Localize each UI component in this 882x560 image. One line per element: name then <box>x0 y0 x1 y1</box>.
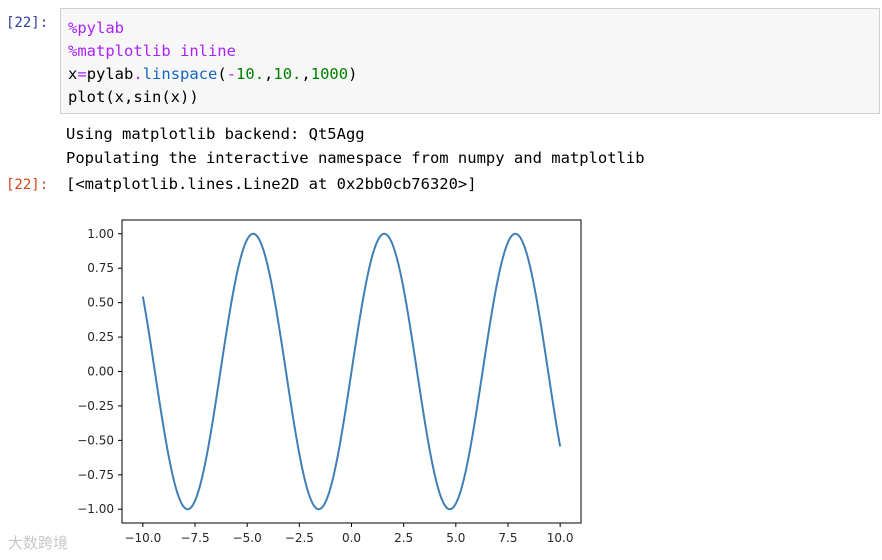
sine-plot: −10.0 −7.5 −5.0 −2.5 0.0 2.5 5.0 7.5 10.0 1.00 0.7… <box>77 219 582 545</box>
y-tick-label: −0.75 <box>77 468 114 482</box>
watermark-logo: 大数跨境 <box>8 534 69 552</box>
x-tick-label: −2.5 <box>285 531 314 545</box>
y-tick-label: 0.75 <box>87 261 114 275</box>
y-tick-label: 0.00 <box>87 365 114 379</box>
x-tick-label: −10.0 <box>124 531 161 545</box>
y-tick-label: 1.00 <box>87 227 114 241</box>
x-tick-label: 2.5 <box>394 531 413 545</box>
x-tick-label: 7.5 <box>498 531 517 545</box>
y-tick-label: −0.50 <box>77 433 114 447</box>
x-tick-label: 10.0 <box>547 531 574 545</box>
x-tick-label: −7.5 <box>180 531 209 545</box>
y-tick-label: 0.50 <box>87 296 114 310</box>
y-tick-label: −0.25 <box>77 399 114 413</box>
x-tick-label: −5.0 <box>233 531 262 545</box>
x-tick-label: 0.0 <box>342 531 361 545</box>
y-tick-label: 0.25 <box>87 330 114 344</box>
sine-series-line <box>141 232 562 511</box>
x-tick-label: 5.0 <box>446 531 465 545</box>
y-tick-label: −1.00 <box>77 502 114 516</box>
